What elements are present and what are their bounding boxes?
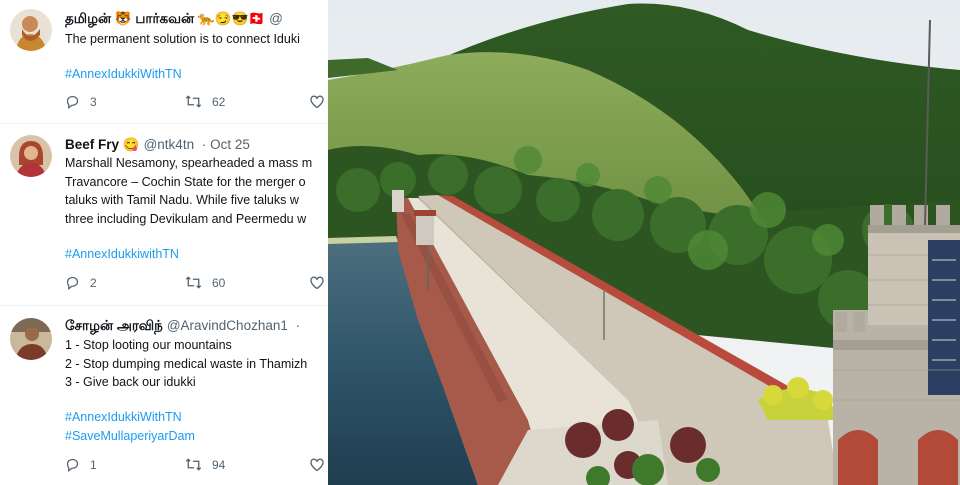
retweet-icon [185, 275, 202, 290]
hashtag-link[interactable]: #SaveMullaperiyarDam [65, 427, 195, 446]
reply-count: 3 [90, 94, 97, 109]
like-button[interactable] [309, 275, 325, 290]
like-button[interactable] [309, 94, 325, 109]
tweet-date[interactable]: · [296, 318, 301, 333]
hashtag-link[interactable]: #AnnexIdukkiWithTN [65, 408, 195, 427]
tweet-text-line: Travancore – Cochin State for the merger… [65, 174, 306, 189]
tweet-text-line: three including Devikulam and Peermedu w [65, 211, 307, 226]
like-icon [309, 94, 325, 109]
reply-icon [65, 457, 80, 472]
author-handle[interactable]: @ntk4tn [144, 137, 194, 152]
author-name[interactable]: சோழன் அரவிந் [65, 318, 163, 333]
retweet-count: 62 [212, 94, 226, 109]
tweet-actions: 1 94 [65, 457, 328, 475]
tweet-text-line: The permanent solution is to connect Idu… [65, 32, 300, 46]
tweet-actions: 2 60 [65, 275, 328, 293]
tweet-feed: தமிழன் 🐯 பார்கவன் 🐆😏😎🇨🇭 @ The permanent s… [0, 0, 328, 485]
retweet-count: 94 [212, 457, 226, 472]
retweet-button[interactable]: 94 [185, 457, 225, 472]
reply-button[interactable]: 2 [65, 275, 97, 290]
tweet-text-line: 2 - Stop dumping medical waste in Thamiz… [65, 356, 308, 371]
reply-button[interactable]: 1 [65, 457, 97, 472]
tweet[interactable]: Beef Fry 😋 @ntk4tn · Oct 25 Marshall Nesa… [0, 124, 328, 306]
avatar[interactable] [10, 9, 52, 51]
avatar[interactable] [10, 318, 52, 360]
avatar[interactable] [10, 135, 52, 177]
author-name[interactable]: Beef Fry 😋 [65, 137, 140, 152]
like-icon [309, 275, 325, 290]
tweet-text: Marshall Nesamony, spearheaded a mass m … [65, 154, 328, 228]
like-icon [309, 457, 325, 472]
dam-photo [328, 0, 960, 485]
tweet[interactable]: சோழன் அரவிந் @AravindChozhan1 · 1 - Stop … [0, 306, 328, 485]
tweet[interactable]: தமிழன் 🐯 பார்கவன் 🐆😏😎🇨🇭 @ The permanent s… [0, 0, 328, 124]
retweet-icon [185, 94, 202, 109]
reply-icon [65, 275, 80, 290]
reply-icon [65, 94, 80, 109]
tweet-actions: 3 62 [65, 94, 328, 112]
tweet-text-line: 1 - Stop looting our mountains [65, 338, 232, 352]
author-name[interactable]: தமிழன் 🐯 பார்கவன் 🐆😏😎🇨🇭 [65, 11, 265, 26]
reply-count: 2 [90, 275, 97, 290]
hashtag-link[interactable]: #AnnexIdukkiWithTN [65, 65, 182, 84]
retweet-button[interactable]: 60 [185, 275, 225, 290]
author-handle[interactable]: @ [269, 11, 283, 26]
retweet-count: 60 [212, 275, 226, 290]
reply-button[interactable]: 3 [65, 94, 97, 109]
tweet-text-line: taluks with Tamil Nadu. While five taluk… [65, 193, 299, 207]
tweet-text: 1 - Stop looting our mountains 2 - Stop … [65, 336, 328, 392]
retweet-button[interactable]: 62 [185, 94, 225, 109]
author-handle[interactable]: @AravindChozhan1 [167, 318, 288, 333]
like-button[interactable] [309, 457, 325, 472]
retweet-icon [185, 457, 202, 472]
tweet-text: The permanent solution is to connect Idu… [65, 30, 328, 49]
reply-count: 1 [90, 457, 97, 472]
hashtag-link[interactable]: #AnnexIdukkiwithTN [65, 245, 179, 264]
tweet-text-line: 3 - Give back our idukki [65, 375, 196, 389]
tweet-date[interactable]: · Oct 25 [202, 137, 250, 152]
tweet-text-line: Marshall Nesamony, spearheaded a mass m [65, 156, 313, 170]
